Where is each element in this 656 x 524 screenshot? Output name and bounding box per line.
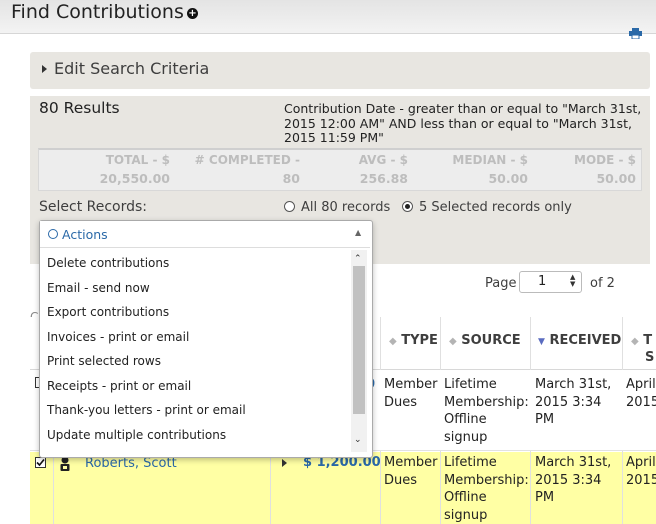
summary-header-median: MEDIAN - $ <box>452 153 528 167</box>
action-receipts[interactable]: Receipts - print or email <box>47 379 191 393</box>
pager-total: of 2 <box>590 276 615 291</box>
add-icon[interactable]: + <box>187 8 198 19</box>
radio-all-records[interactable] <box>284 201 295 212</box>
summary-header-avg: AVG - $ <box>358 153 408 167</box>
row-next-partial: April 2015 <box>626 377 656 410</box>
action-export-contributions[interactable]: Export contributions <box>47 305 169 319</box>
actions-icon <box>48 229 58 239</box>
summary-value-total: 20,550.00 <box>99 171 170 186</box>
summary-header-mode: MODE - $ <box>574 153 636 167</box>
column-divider <box>530 452 531 524</box>
row-received: March 31st, 2015 3:34 PM <box>535 377 612 427</box>
row-expand-icon[interactable] <box>282 459 287 467</box>
row-checkbox-checked[interactable] <box>35 457 46 468</box>
collapse-arrow-icon[interactable]: ▲ <box>355 228 361 237</box>
row-received: March 31st, 2015 3:34 PM <box>535 455 612 505</box>
scroll-down-icon[interactable]: ⌄ <box>354 435 362 445</box>
summary-header-total: TOTAL - $ <box>105 153 170 167</box>
column-header-partial[interactable]: ◆ T <box>631 333 652 348</box>
column-divider <box>270 452 271 524</box>
expand-caret-icon <box>42 65 47 73</box>
print-icon[interactable] <box>629 28 642 39</box>
actions-dropdown-title[interactable]: Actions <box>62 227 108 242</box>
column-divider <box>622 452 623 524</box>
dropdown-scrollbar-thumb[interactable] <box>353 266 365 414</box>
column-header-type[interactable]: ◆ TYPE <box>389 333 438 348</box>
action-delete-contributions[interactable]: Delete contributions <box>47 256 169 270</box>
action-invoices[interactable]: Invoices - print or email <box>47 330 189 344</box>
radio-selected-records[interactable] <box>402 201 413 212</box>
row-next-partial: April 2015 <box>626 455 656 488</box>
summary-value-mode: 50.00 <box>596 171 636 186</box>
summary-value-avg: 256.88 <box>359 171 408 186</box>
page-title: Find Contributions <box>11 1 184 23</box>
sort-icon: ◆ <box>389 336 397 347</box>
column-header-partial-line2: S <box>645 350 655 365</box>
row-source: Lifetime Membership: Offline signup <box>444 455 529 523</box>
row-source: Lifetime Membership: Offline signup <box>444 377 529 445</box>
row-type: Member Dues <box>384 377 438 410</box>
scroll-up-icon[interactable]: ⌃ <box>354 254 362 264</box>
summary-value-completed: 80 <box>282 171 300 186</box>
select-records-label: Select Records: <box>39 199 148 215</box>
pager-label: Page <box>485 276 517 291</box>
results-count: 80 Results <box>39 99 120 117</box>
action-update-multiple[interactable]: Update multiple contributions <box>47 428 226 442</box>
contact-type-icon <box>60 456 70 471</box>
radio-all-records-label[interactable]: All 80 records <box>301 200 390 215</box>
radio-selected-records-label[interactable]: 5 Selected records only <box>419 200 572 215</box>
action-thank-you-letters[interactable]: Thank-you letters - print or email <box>47 403 246 417</box>
search-criteria-description: Contribution Date - greater than or equa… <box>284 101 642 145</box>
sort-desc-icon: ▼ <box>538 337 545 347</box>
edit-search-criteria-toggle[interactable]: Edit Search Criteria <box>54 59 209 78</box>
action-email-send-now[interactable]: Email - send now <box>47 281 150 295</box>
page-stepper-icon[interactable]: ▲ ▼ <box>570 274 575 288</box>
column-divider <box>53 452 54 524</box>
summary-header-completed: # COMPLETED - <box>194 153 300 167</box>
sort-icon: ◆ <box>449 336 457 347</box>
column-header-source[interactable]: ◆ SOURCE <box>449 333 521 348</box>
action-print-selected-rows[interactable]: Print selected rows <box>47 354 161 368</box>
summary-value-median: 50.00 <box>488 171 528 186</box>
sort-icon: ◆ <box>631 336 639 347</box>
column-header-received[interactable]: ▼ RECEIVED <box>538 333 621 348</box>
row-type: Member Dues <box>384 455 438 488</box>
column-divider <box>440 452 441 524</box>
